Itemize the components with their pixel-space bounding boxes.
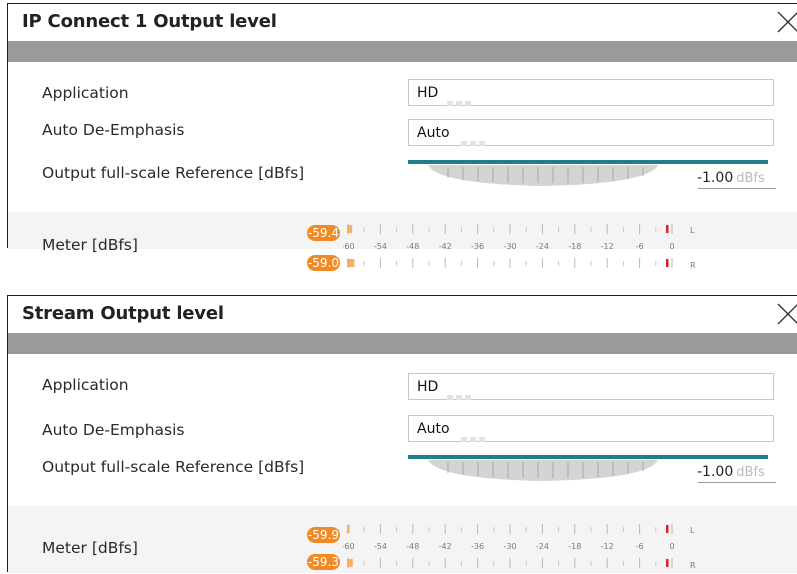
application-select[interactable]: HD (408, 79, 774, 106)
meter-right-peak-indicator (666, 559, 669, 567)
meter-scale-label: -24 (536, 542, 549, 551)
reference-readout: -1.00 dBfs (697, 170, 765, 186)
meter-scale-label: -42 (439, 542, 452, 551)
reference-readout: -1.00 dBfs (697, 464, 765, 480)
meter-scale-label: -60 (343, 242, 355, 251)
application-select[interactable]: HD (408, 373, 774, 400)
meter-scale-label: -48 (406, 242, 419, 251)
meter-scale-label: -60 (343, 542, 355, 551)
meter-left-level-bar (347, 525, 350, 533)
panel-header: IP Connect 1 Output level (8, 4, 797, 41)
meter-scale-label: -6 (636, 542, 644, 551)
reference-unit: dBfs (736, 171, 765, 186)
panel-header: Stream Output level (8, 296, 797, 333)
meter-right-peak-badge: -59.0 (307, 255, 340, 271)
meter-right-level-bar (347, 259, 355, 267)
reference-underline (698, 188, 776, 189)
application-label: Application (42, 84, 129, 102)
meter-left-peak-indicator (666, 525, 669, 533)
meter-scale-label: -30 (503, 242, 516, 251)
meter-channel-right-label: R (690, 561, 696, 570)
reference-underline (698, 482, 776, 483)
more-dots-icon (447, 385, 474, 404)
application-value: HD (417, 379, 439, 395)
reference-unit: dBfs (736, 465, 765, 480)
level-meter: -60-54-48-42-36-30-24-18-12-60LR (343, 224, 696, 270)
more-dots-icon (461, 131, 488, 150)
meter-left-peak-indicator (666, 225, 669, 233)
panel-title: Stream Output level (22, 303, 224, 324)
level-meter: -60-54-48-42-36-30-24-18-12-60LR (343, 524, 696, 570)
reference-label: Output full-scale Reference [dBfs] (42, 164, 305, 182)
meter-left-peak-badge: -59.9 (307, 527, 340, 543)
reference-label: Output full-scale Reference [dBfs] (42, 458, 305, 476)
de-emphasis-select[interactable]: Auto (408, 119, 774, 146)
reference-slider-track (408, 455, 768, 459)
meter-right-peak-indicator (666, 259, 669, 267)
meter-scale-label: 0 (669, 242, 674, 251)
meter-scale-label: -54 (374, 542, 387, 551)
meter-scale-label: -18 (568, 242, 581, 251)
meter-scale-label: -24 (536, 242, 549, 251)
de-emphasis-label: Auto De-Emphasis (42, 121, 185, 139)
meter-scale-label: -42 (439, 242, 452, 251)
meter-scale-label: -18 (568, 542, 581, 551)
meter-label: Meter [dBfs] (42, 236, 138, 254)
meter-left-peak-badge: -59.4 (307, 225, 340, 241)
reference-slider-track (408, 160, 768, 164)
panel-title: IP Connect 1 Output level (22, 11, 277, 32)
de-emphasis-label: Auto De-Emphasis (42, 421, 185, 439)
meter-right-level-bar (347, 559, 353, 567)
meter-scale-label: -6 (636, 242, 644, 251)
de-emphasis-value: Auto (417, 125, 450, 141)
output-level-panel-stream: Stream Output level Application HD Auto … (7, 295, 797, 573)
output-level-panel-ip-connect: IP Connect 1 Output level Application HD… (7, 3, 797, 271)
meter-label: Meter [dBfs] (42, 539, 138, 557)
meter-scale-label: -48 (406, 542, 419, 551)
de-emphasis-select[interactable]: Auto (408, 415, 774, 442)
reference-value: -1.00 (697, 170, 734, 186)
application-label: Application (42, 376, 129, 394)
meter-scale-label: -12 (601, 542, 614, 551)
meter-left-level-bar (347, 225, 353, 233)
meter-channel-left-label: L (690, 226, 695, 235)
panel-subheader-bar (8, 41, 797, 62)
reference-value: -1.00 (697, 464, 734, 480)
meter-channel-right-label: R (690, 261, 696, 270)
panel-subheader-bar (8, 333, 797, 354)
close-icon[interactable] (775, 9, 797, 35)
application-value: HD (417, 85, 439, 101)
meter-scale-label: 0 (669, 542, 674, 551)
meter-channel-left-label: L (690, 526, 695, 535)
meter-scale-label: -54 (374, 242, 387, 251)
meter-right-peak-badge: -59.3 (307, 554, 340, 570)
de-emphasis-value: Auto (417, 421, 450, 437)
meter-scale-label: -30 (503, 542, 516, 551)
close-icon[interactable] (775, 301, 797, 327)
meter-scale-label: -12 (601, 242, 614, 251)
meter-scale-label: -36 (471, 542, 484, 551)
meter-scale-label: -36 (471, 242, 484, 251)
more-dots-icon (447, 91, 474, 110)
more-dots-icon (461, 427, 488, 446)
